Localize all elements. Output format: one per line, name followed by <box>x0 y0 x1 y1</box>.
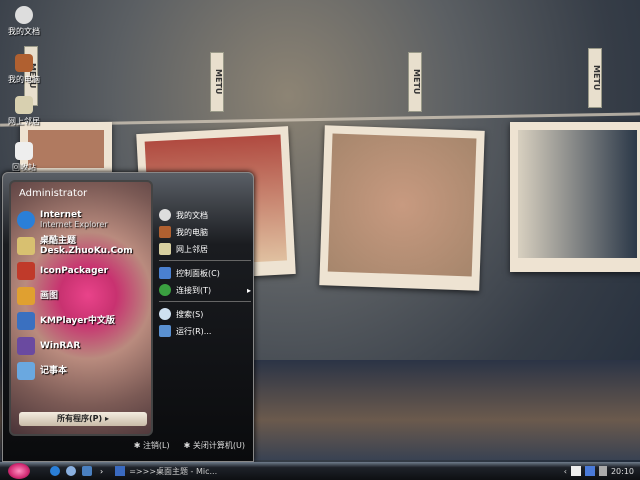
clip-text: METU <box>214 69 223 95</box>
program-subtitle: Internet Explorer <box>40 220 108 229</box>
place-connect-to[interactable]: 连接到(T) ▸ <box>159 282 251 298</box>
start-button[interactable] <box>8 463 30 479</box>
run-icon <box>159 325 171 337</box>
user-name: Administrator <box>19 188 88 199</box>
volume-tray-icon[interactable] <box>598 466 607 476</box>
clip-text: METU <box>592 65 601 91</box>
program-kmplayer[interactable]: KMPlayer中文版 <box>17 309 115 333</box>
place-label: 搜索(S) <box>176 309 204 319</box>
program-title: KMPlayer中文版 <box>40 316 115 326</box>
icon-label: 我的文档 <box>8 27 40 36</box>
place-my-computer[interactable]: 我的电脑 <box>159 224 251 240</box>
ie-icon <box>17 211 35 229</box>
place-label: 控制面板(C) <box>176 268 220 278</box>
paint-icon <box>17 287 35 305</box>
clothespin: METU <box>210 52 224 112</box>
photo <box>510 122 640 272</box>
computer-icon <box>15 54 33 72</box>
documents-icon <box>159 209 171 221</box>
icon-label: 网上邻居 <box>8 117 40 126</box>
connect-icon <box>159 284 171 296</box>
program-title: 记事本 <box>40 366 68 376</box>
network-icon <box>15 96 33 114</box>
place-run[interactable]: 运行(R)... <box>159 323 251 339</box>
place-label: 我的电脑 <box>176 227 208 237</box>
place-label: 网上邻居 <box>176 244 208 254</box>
desktop-icon-network[interactable]: 网上邻居 <box>2 96 46 127</box>
clothespin: METU <box>408 52 422 112</box>
submenu-arrow-icon: ▸ <box>246 285 251 295</box>
program-title: 桌酷主题Desk.ZhuoKu.Com <box>40 236 133 256</box>
media-player-icon[interactable] <box>66 466 76 476</box>
network-icon <box>159 243 171 255</box>
program-notepad[interactable]: 记事本 <box>17 359 67 383</box>
start-menu: Administrator Internet Internet Explorer … <box>2 172 254 462</box>
theme-icon <box>17 237 35 255</box>
network-tray-icon[interactable] <box>584 466 595 476</box>
recycle-bin-icon <box>15 142 33 160</box>
program-zhuoku[interactable]: 桌酷主题Desk.ZhuoKu.Com <box>17 234 151 258</box>
pinned-programs-panel: Administrator Internet Internet Explorer … <box>9 180 153 436</box>
program-title: Internet <box>40 210 82 220</box>
place-label: 运行(R)... <box>176 326 212 336</box>
place-control-panel[interactable]: 控制面板(C) <box>159 265 251 281</box>
task-label: =>>>桌面主题 - Mic... <box>129 466 218 476</box>
logoff-label: 注销(L) <box>142 441 170 450</box>
separator <box>159 260 251 261</box>
shutdown-button[interactable]: ✱ 关闭计算机(U) <box>184 440 245 451</box>
all-programs-button[interactable]: 所有程序(P) ▸ <box>19 412 147 426</box>
search-icon <box>159 308 171 320</box>
logoff-button[interactable]: ✱ 注销(L) <box>134 440 170 451</box>
clock[interactable]: 20:10 <box>611 467 634 476</box>
photo <box>319 125 485 291</box>
place-my-documents[interactable]: 我的文档 <box>159 207 251 223</box>
program-paint[interactable]: 画图 <box>17 284 58 308</box>
all-programs-label: 所有程序(P) <box>57 414 103 423</box>
computer-icon <box>159 226 171 238</box>
control-panel-icon <box>159 267 171 279</box>
desktop-icon[interactable] <box>82 466 92 476</box>
program-title: IconPackager <box>40 266 109 276</box>
clip-text: METU <box>412 69 421 95</box>
session-buttons: ✱ 注销(L) ✱ 关闭计算机(U) <box>134 440 245 451</box>
notepad-icon <box>17 362 35 380</box>
desktop-icon-my-documents[interactable]: 我的文档 <box>2 6 46 37</box>
clothespin: METU <box>588 48 602 108</box>
kmplayer-icon <box>17 312 35 330</box>
place-label: 连接到(T) <box>176 285 212 295</box>
zhuoku-tray-icon[interactable] <box>570 466 581 476</box>
taskbar-button-word[interactable]: =>>>桌面主题 - Mic... <box>115 466 217 477</box>
winrar-icon <box>17 337 35 355</box>
separator <box>159 301 251 302</box>
icon-label: 我的电脑 <box>8 75 40 84</box>
system-tray: ‹ 20:10 <box>564 466 634 476</box>
program-title: 画图 <box>40 291 59 301</box>
program-winrar[interactable]: WinRAR <box>17 334 80 358</box>
program-iconpackager[interactable]: IconPackager <box>17 259 108 283</box>
documents-icon <box>15 6 33 24</box>
iconpackager-icon <box>17 262 35 280</box>
place-search[interactable]: 搜索(S) <box>159 306 251 322</box>
quicklaunch-chevron-icon[interactable]: › <box>100 467 103 476</box>
places-panel: 我的文档 我的电脑 网上邻居 控制面板(C) 连接到(T) ▸ 搜索(S) 运行(… <box>159 207 251 340</box>
desktop-icon-my-computer[interactable]: 我的电脑 <box>2 54 46 85</box>
icon-label: 回收站 <box>12 163 36 172</box>
shutdown-label: 关闭计算机(U) <box>192 441 245 450</box>
tray-expand-icon[interactable]: ‹ <box>564 467 567 476</box>
place-network[interactable]: 网上邻居 <box>159 241 251 257</box>
desktop-icon-recycle-bin[interactable]: 回收站 <box>2 142 46 173</box>
taskbar: › =>>>桌面主题 - Mic... ‹ 20:10 <box>0 462 640 480</box>
program-title: WinRAR <box>40 341 81 351</box>
place-label: 我的文档 <box>176 210 208 220</box>
word-icon <box>115 466 126 476</box>
ie-icon[interactable] <box>50 466 60 476</box>
program-internet[interactable]: Internet Internet Explorer <box>17 208 108 232</box>
